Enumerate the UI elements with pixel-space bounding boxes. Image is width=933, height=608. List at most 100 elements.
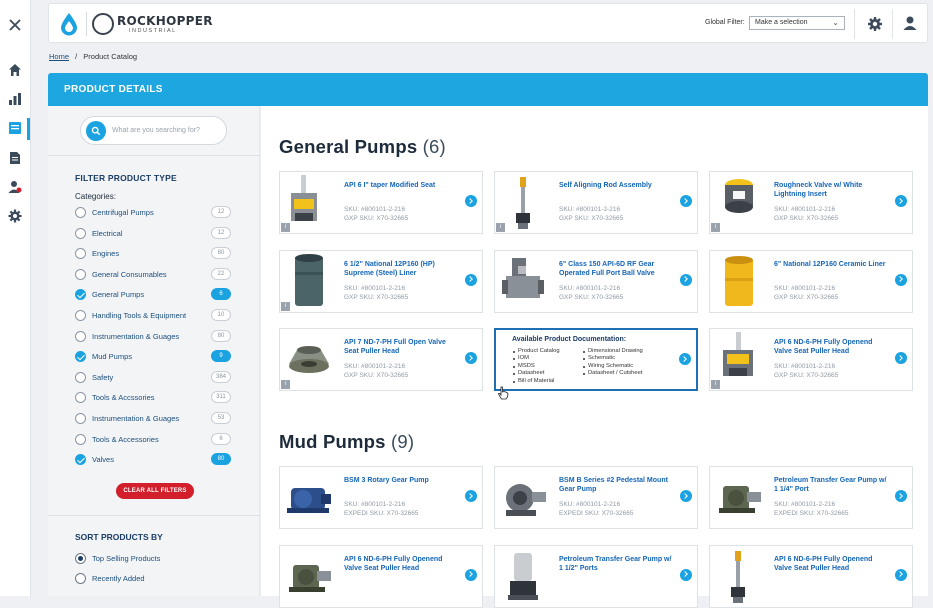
product-name[interactable]: 6" National 12P160 Ceramic Liner [774, 260, 892, 269]
category-checkbox[interactable] [75, 248, 86, 260]
category-item[interactable]: Tools & Accessories 6 [75, 432, 231, 447]
category-item[interactable]: Tools & Accssories 311 [75, 391, 231, 405]
clear-filters-button[interactable]: CLEAR ALL FILTERS [116, 483, 194, 499]
product-card[interactable]: i API 6 ND-6-PH Fully Openend Valve Seat … [709, 328, 913, 391]
chevron-right-icon[interactable] [680, 568, 692, 581]
gear-icon[interactable] [7, 208, 23, 224]
chevron-right-icon[interactable] [465, 568, 477, 581]
info-icon[interactable]: i [281, 223, 290, 232]
category-item[interactable]: Valves 80 [75, 453, 231, 467]
category-checkbox[interactable] [75, 413, 86, 424]
chevron-right-icon[interactable] [895, 490, 907, 502]
product-thumbnail[interactable] [711, 546, 767, 606]
product-card[interactable]: i Self Aligning Rod Assembly SKU: #800101-… [494, 171, 698, 234]
doc-link[interactable]: Datasheet / Cutsheet [582, 370, 643, 377]
product-thumbnail[interactable] [496, 468, 552, 527]
category-item[interactable]: Mud Pumps 9 [75, 350, 231, 364]
doc-link[interactable]: Bill of Material [512, 378, 560, 385]
product-thumbnail[interactable] [711, 468, 767, 527]
product-thumbnail[interactable] [281, 546, 337, 606]
chevron-right-icon[interactable] [679, 353, 691, 365]
category-checkbox[interactable] [75, 207, 86, 218]
document-icon[interactable] [7, 150, 23, 166]
info-icon[interactable]: i [281, 301, 290, 311]
sort-radio[interactable] [75, 553, 86, 564]
sort-radio[interactable] [75, 573, 86, 584]
category-checkbox[interactable] [75, 289, 86, 301]
alert-user-icon[interactable] [7, 179, 23, 195]
category-item[interactable]: General Consumables 22 [75, 267, 231, 282]
home-icon[interactable] [7, 62, 23, 78]
category-checkbox[interactable] [75, 268, 86, 280]
product-name[interactable]: API 7 ND-7-PH Full Open Valve Seat Pulle… [344, 338, 462, 356]
category-checkbox[interactable] [75, 351, 86, 363]
chevron-right-icon[interactable] [895, 352, 907, 364]
category-item[interactable]: Instrumentation & Guages 53 [75, 412, 231, 426]
product-name[interactable]: BSM 3 Rotary Gear Pump [344, 476, 462, 485]
doc-link[interactable]: IOM [512, 355, 560, 362]
product-card[interactable]: 6" National 12P160 Ceramic Liner SKU: #80… [709, 249, 913, 313]
chevron-right-icon[interactable] [465, 352, 477, 364]
product-name[interactable]: Roughneck Valve w/ White Lightning Inser… [774, 181, 892, 199]
category-item[interactable]: Electrical 12 [75, 226, 231, 241]
product-name[interactable]: API 6 ND-6-PH Fully Openend Valve Seat P… [344, 555, 462, 573]
product-name[interactable]: Petroleum Transfer Gear Pump w/ 1 1/4" P… [774, 476, 892, 494]
product-card[interactable]: Petroleum Transfer Gear Pump w/ 1 1/4" P… [709, 466, 913, 529]
category-checkbox[interactable] [75, 227, 86, 239]
category-checkbox[interactable] [75, 454, 86, 466]
close-icon[interactable] [7, 17, 23, 33]
chevron-right-icon[interactable] [895, 273, 907, 286]
doc-link[interactable]: Datasheet [512, 370, 560, 377]
chevron-right-icon[interactable] [680, 490, 692, 502]
product-thumbnail[interactable] [496, 251, 552, 311]
category-item[interactable]: Engines 80 [75, 247, 231, 261]
doc-link[interactable]: Dimensional Drawing [582, 348, 643, 355]
product-card[interactable]: Petroleum Transfer Gear Pump w/ 1 1/2" P… [494, 544, 698, 608]
product-card[interactable]: API 6 ND-6-PH Fully Openend Valve Seat P… [709, 544, 913, 608]
chevron-right-icon[interactable] [465, 273, 477, 286]
product-card[interactable]: BSM B Series #2 Pedestal Mount Gear Pump… [494, 466, 698, 529]
category-item[interactable]: Safety 384 [75, 370, 231, 385]
product-name[interactable]: BSM B Series #2 Pedestal Mount Gear Pump [559, 476, 677, 494]
category-item[interactable]: Instrumentation & Guages 80 [75, 329, 231, 344]
doc-link[interactable]: Schematic [582, 355, 643, 362]
chevron-right-icon[interactable] [465, 490, 477, 502]
product-card[interactable]: API 6 ND-6-PH Fully Openend Valve Seat P… [279, 544, 483, 608]
product-card[interactable]: BSM 3 Rotary Gear Pump SKU: #800101-2-216… [279, 466, 483, 529]
info-icon[interactable]: i [496, 223, 505, 232]
category-item[interactable]: Handling Tools & Equipment 10 [75, 309, 231, 323]
chevron-right-icon[interactable] [680, 273, 692, 286]
doc-link[interactable]: Product Catalog [512, 348, 560, 355]
category-checkbox[interactable] [75, 392, 86, 404]
info-icon[interactable]: i [711, 223, 720, 232]
documentation-card[interactable]: Available Product Documentation: Product … [494, 328, 698, 391]
product-card[interactable]: i Roughneck Valve w/ White Lightning Inse… [709, 171, 913, 234]
sort-option[interactable]: Recently Added [75, 572, 225, 586]
doc-link[interactable]: MSDS [512, 363, 560, 370]
product-thumbnail[interactable] [496, 546, 552, 606]
global-filter-select[interactable]: Make a selection ⌄ [749, 16, 845, 30]
category-checkbox[interactable] [75, 310, 86, 321]
settings-gear-icon[interactable] [867, 16, 883, 32]
chevron-right-icon[interactable] [680, 195, 692, 207]
category-item[interactable]: Centrifugal Pumps 12 [75, 206, 231, 220]
product-name[interactable]: API 6 I" taper Modified Seat [344, 181, 462, 190]
chevron-right-icon[interactable] [895, 195, 907, 207]
category-item[interactable]: General Pumps 6 [75, 288, 231, 302]
catalog-icon[interactable] [7, 120, 23, 136]
chart-icon[interactable] [7, 91, 23, 107]
product-thumbnail[interactable] [711, 251, 767, 311]
product-thumbnail[interactable] [281, 468, 337, 527]
product-card[interactable]: i API 7 ND-7-PH Full Open Valve Seat Pull… [279, 328, 483, 391]
category-checkbox[interactable] [75, 433, 86, 445]
product-name[interactable]: Self Aligning Rod Assembly [559, 181, 677, 190]
product-name[interactable]: API 6 ND-6-PH Fully Openend Valve Seat P… [774, 338, 892, 356]
product-card[interactable]: i 6 1/2" National 12P160 (HP) Supreme (St… [279, 249, 483, 313]
product-name[interactable]: 6" Class 150 API-6D RF Gear Operated Ful… [559, 260, 677, 278]
chevron-right-icon[interactable] [895, 568, 907, 581]
product-name[interactable]: Petroleum Transfer Gear Pump w/ 1 1/2" P… [559, 555, 677, 573]
category-checkbox[interactable] [75, 330, 86, 342]
chevron-right-icon[interactable] [465, 195, 477, 207]
search-button[interactable] [86, 121, 106, 141]
product-card[interactable]: 6" Class 150 API-6D RF Gear Operated Ful… [494, 249, 698, 313]
